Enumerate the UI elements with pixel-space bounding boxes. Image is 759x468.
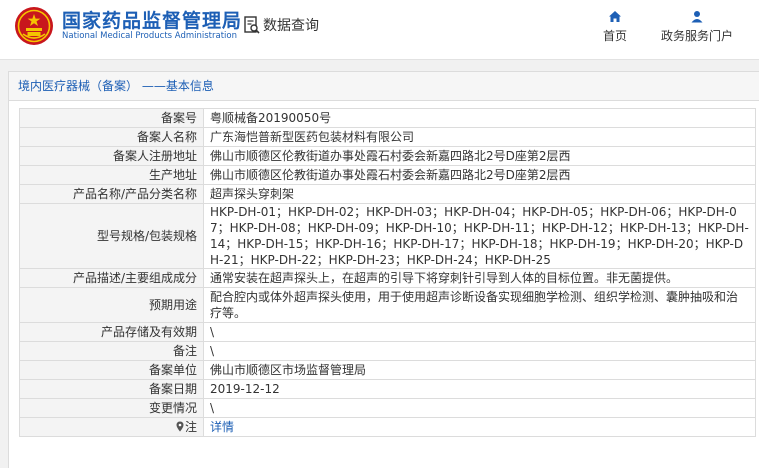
row-value: 2019-12-12 [203,379,756,399]
row-label: 产品名称/产品分类名称 [19,184,204,204]
site-title: 国家药品监督管理局 [62,10,243,32]
user-icon [691,11,703,23]
nav-home-label: 首页 [603,29,628,43]
row-label: 备案号 [19,108,204,128]
site-header: 国家药品监督管理局 National Medical Products Admi… [0,0,759,60]
table-row: 备案号 粤顺械备20190050号 [19,108,756,128]
nav-service-portal-label: 政务服务门户 [661,29,734,43]
row-label: 型号规格/包装规格 [19,203,204,269]
row-label: 备注 [19,341,204,361]
row-value: \ [203,398,756,418]
row-value: \ [203,341,756,361]
table-row: 产品存储及有效期 \ [19,322,756,342]
detail-link[interactable]: 详情 [210,420,234,434]
row-label: 备案日期 [19,379,204,399]
detail-panel: 境内医疗器械（备案） ——基本信息 备案号 粤顺械备20190050号 备案人名… [8,71,759,468]
row-value: 佛山市顺德区伦教街道办事处霞石村委会新嘉四路北2号D座第2层西 [203,165,756,185]
row-value: 粤顺械备20190050号 [203,108,756,128]
site-subtitle: National Medical Products Administration [62,31,237,41]
table-row: 生产地址 佛山市顺德区伦教街道办事处霞石村委会新嘉四路北2号D座第2层西 [19,165,756,185]
row-value: 佛山市顺德区市场监督管理局 [203,360,756,380]
table-row: 注 详情 [19,417,756,437]
table-row: 备案单位 佛山市顺德区市场监督管理局 [19,360,756,380]
row-label: 预期用途 [19,287,204,323]
table-row: 备案人注册地址 佛山市顺德区伦教街道办事处霞石村委会新嘉四路北2号D座第2层西 [19,146,756,166]
data-query-icon [244,16,260,34]
row-value: 配合腔内或体外超声探头使用，用于使用超声诊断设备实现细胞学检测、组织学检测、囊肿… [203,287,756,323]
nav-home[interactable]: 首页 [603,10,627,44]
note-label-cell: 注 [19,417,204,437]
row-label: 注 [184,420,197,434]
row-value: 超声探头穿刺架 [203,184,756,204]
row-label: 备案人名称 [19,127,204,147]
table-row: 产品名称/产品分类名称 超声探头穿刺架 [19,184,756,204]
home-icon [609,11,621,22]
table-row: 变更情况 \ [19,398,756,418]
panel-title: 境内医疗器械（备案） ——基本信息 [9,72,759,101]
row-value: 通常安装在超声探头上，在超声的引导下将穿刺针引导到人体的目标位置。非无菌提供。 [203,268,756,288]
pin-icon [176,421,184,432]
table-row: 型号规格/包装规格 HKP-DH-01；HKP-DH-02；HKP-DH-03；… [19,203,756,269]
table-row: 备案人名称 广东海恺普新型医药包装材料有限公司 [19,127,756,147]
row-label: 生产地址 [19,165,204,185]
row-label: 变更情况 [19,398,204,418]
row-value-cell: 详情 [203,417,756,437]
table-row: 备案日期 2019-12-12 [19,379,756,399]
table-row: 产品描述/主要组成成分 通常安装在超声探头上，在超声的引导下将穿刺针引导到人体的… [19,268,756,288]
national-emblem-icon [15,7,53,45]
data-query-label: 数据查询 [263,18,319,34]
data-query-link[interactable]: 数据查询 [244,14,319,36]
row-value: \ [203,322,756,342]
nav-service-portal[interactable]: 政务服务门户 [661,10,733,44]
row-value: 广东海恺普新型医药包装材料有限公司 [203,127,756,147]
row-label: 产品描述/主要组成成分 [19,268,204,288]
row-label: 备案人注册地址 [19,146,204,166]
row-label: 产品存储及有效期 [19,322,204,342]
row-value: 佛山市顺德区伦教街道办事处霞石村委会新嘉四路北2号D座第2层西 [203,146,756,166]
row-label: 备案单位 [19,360,204,380]
table-row: 备注 \ [19,341,756,361]
table-row: 预期用途 配合腔内或体外超声探头使用，用于使用超声诊断设备实现细胞学检测、组织学… [19,287,756,323]
row-value: HKP-DH-01；HKP-DH-02；HKP-DH-03；HKP-DH-04；… [203,203,756,269]
record-info-table: 备案号 粤顺械备20190050号 备案人名称 广东海恺普新型医药包装材料有限公… [19,108,756,437]
